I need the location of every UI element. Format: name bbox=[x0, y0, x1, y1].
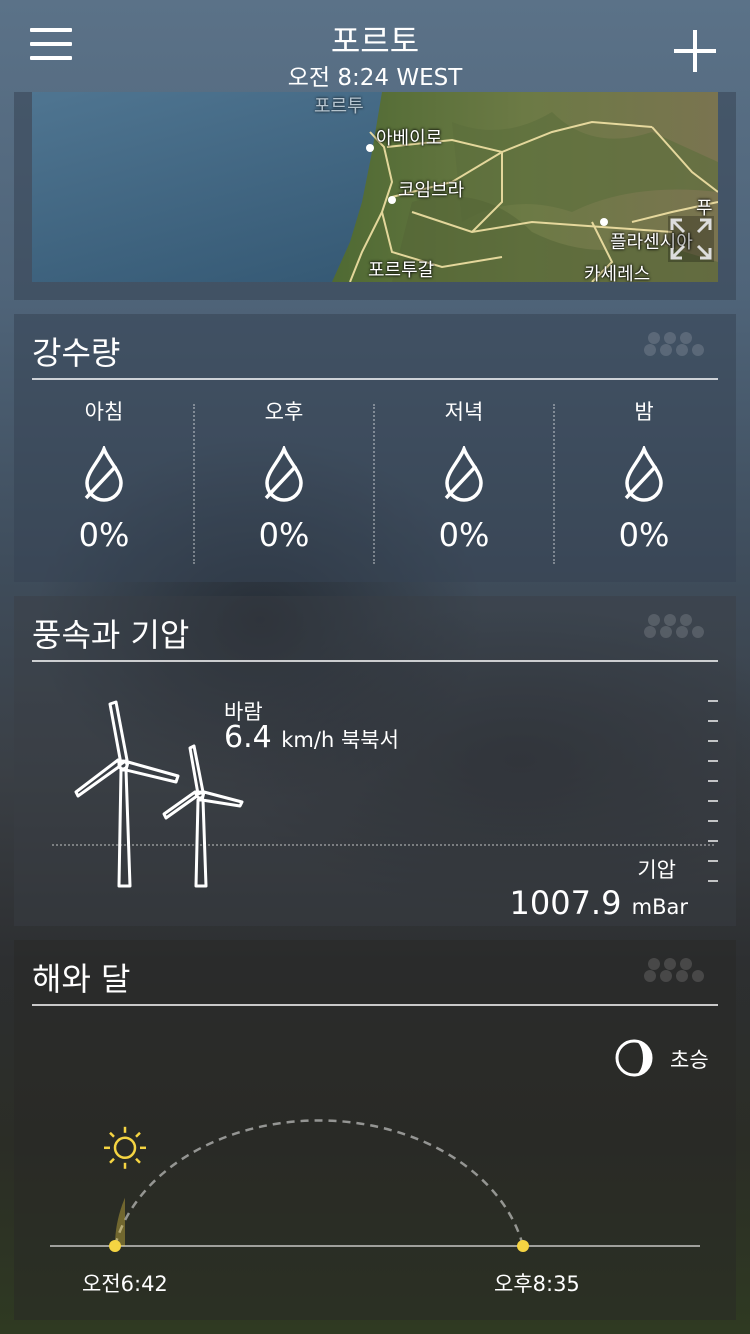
sun-icon bbox=[104, 1126, 146, 1169]
precip-value: 0% bbox=[438, 516, 490, 554]
drag-handle-icon[interactable] bbox=[644, 332, 704, 358]
top-bar: 포르토 오전 8:24 WEST bbox=[0, 0, 750, 100]
map-label-caceres: 카세레스 bbox=[584, 264, 651, 282]
period-label: 저녁 bbox=[444, 400, 484, 424]
precip-period-evening: 저녁 0% bbox=[374, 396, 554, 566]
map-label-portugal: 포르투갈 bbox=[368, 260, 435, 281]
sun-moon-card: 해와 달 초승 오전6:42 오후8:35 bbox=[14, 940, 736, 1320]
wind-pressure-title: 풍속과 기압 bbox=[32, 616, 190, 654]
precip-value: 0% bbox=[78, 516, 130, 554]
period-label: 아침 bbox=[84, 400, 124, 424]
precip-value: 0% bbox=[258, 516, 310, 554]
pressure-scale bbox=[708, 700, 720, 900]
add-icon[interactable] bbox=[672, 28, 718, 74]
satellite-map[interactable]: 포르투 아베이로 코임브라 포르투갈 플라센시아 카세레스 푸 bbox=[32, 92, 718, 282]
map-label-aveiro: 아베이로 bbox=[376, 128, 443, 149]
precip-period-afternoon: 오후 0% bbox=[194, 396, 374, 566]
sunset-dot bbox=[517, 1240, 529, 1252]
pressure-baseline bbox=[52, 844, 714, 846]
daylight-elapsed-area bbox=[115, 1197, 125, 1246]
city-name: 포르토 bbox=[330, 22, 420, 60]
sunrise-time: 오전6:42 bbox=[82, 1272, 168, 1296]
sun-path-chart bbox=[50, 1119, 700, 1252]
wind-pressure-card: 풍속과 기압 바람 6.4 km/h 북북서 기압 1007.9 mBar bbox=[14, 596, 736, 926]
wind-speed: 6.4 km/h 북북서 bbox=[224, 720, 399, 755]
precipitation-title: 강수량 bbox=[32, 334, 121, 372]
precipitation-header: 강수량 bbox=[32, 314, 718, 380]
pressure-unit: mBar bbox=[631, 895, 688, 919]
map-label-porto: 포르투 bbox=[314, 96, 364, 117]
period-label: 오후 bbox=[264, 400, 304, 424]
pressure-reading: 1007.9 mBar bbox=[509, 884, 688, 922]
raindrop-icon bbox=[444, 446, 483, 502]
sunset-time: 오후8:35 bbox=[494, 1272, 580, 1296]
raindrop-icon bbox=[84, 446, 123, 502]
drag-handle-icon[interactable] bbox=[644, 614, 704, 640]
precip-period-night: 밤 0% bbox=[554, 396, 734, 566]
sunrise-dot bbox=[109, 1240, 121, 1252]
pressure-value: 1007.9 bbox=[509, 884, 622, 922]
precipitation-card: 강수량 아침 0% 오후 0% 저녁 0% 밤 0% bbox=[14, 314, 736, 582]
expand-icon[interactable] bbox=[668, 216, 714, 262]
wind-unit-direction: km/h 북북서 bbox=[281, 728, 399, 752]
local-time: 오전 8:24 WEST bbox=[287, 65, 463, 91]
raindrop-icon bbox=[624, 446, 663, 502]
pressure-label: 기압 bbox=[637, 858, 676, 882]
period-label: 밤 bbox=[634, 400, 654, 424]
sun-arc bbox=[113, 1119, 525, 1247]
raindrop-icon bbox=[264, 446, 303, 502]
precip-value: 0% bbox=[618, 516, 670, 554]
precip-period-morning: 아침 0% bbox=[14, 396, 194, 566]
map-label-coimbra: 코임브라 bbox=[398, 180, 465, 201]
wind-pressure-header: 풍속과 기압 bbox=[32, 596, 718, 662]
wind-speed-value: 6.4 bbox=[224, 720, 272, 755]
map-card: 포르투 아베이로 코임브라 포르투갈 플라센시아 카세레스 푸 bbox=[14, 92, 736, 300]
